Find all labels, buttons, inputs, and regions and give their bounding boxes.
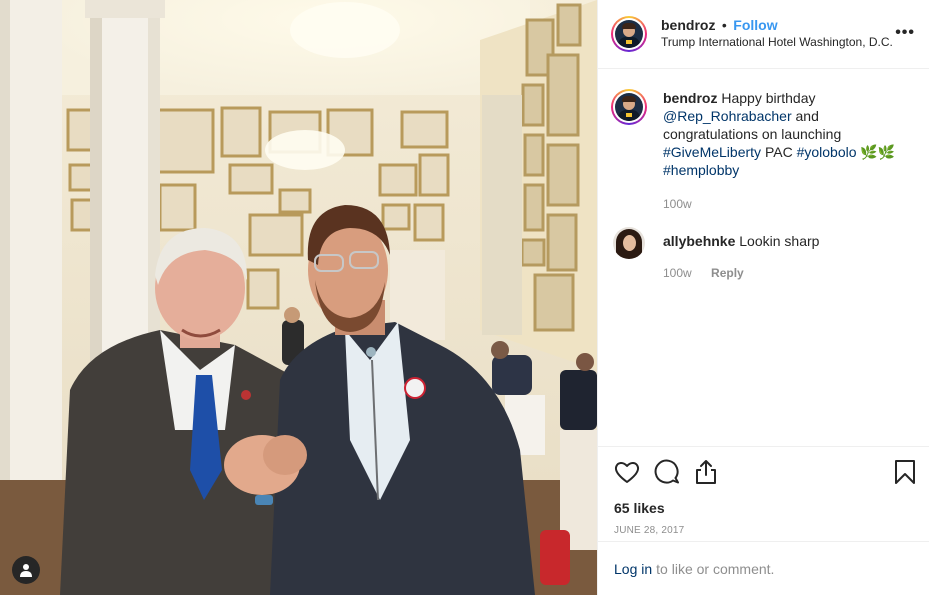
post-header: bendroz • Follow Trump International Hot… — [598, 0, 929, 69]
more-options-icon[interactable]: ••• — [895, 24, 915, 42]
caption-author-avatar[interactable] — [611, 89, 647, 125]
caption-text-3: PAC — [764, 144, 793, 160]
herb-emoji: 🌿🌿 — [860, 144, 896, 160]
comment-text: Lookin sharp — [739, 233, 820, 249]
follow-button[interactable]: Follow — [733, 17, 777, 33]
post-date: JUNE 28, 2017 — [614, 525, 685, 536]
hashtag-yolobolo[interactable]: #yolobolo — [797, 144, 857, 160]
mention-link[interactable]: @Rep_Rohrabacher — [663, 108, 792, 124]
caption-text-1: Happy birthday — [721, 90, 816, 106]
comment-author[interactable]: allybehnke — [663, 233, 735, 249]
comment-icon[interactable] — [654, 459, 680, 485]
reply-button[interactable]: Reply — [711, 266, 744, 280]
author-avatar[interactable] — [611, 16, 647, 52]
login-prompt-text: to like or comment. — [656, 560, 775, 577]
heart-icon[interactable] — [614, 460, 640, 484]
post-side-panel: bendroz • Follow Trump International Hot… — [597, 0, 929, 595]
caption-text: bendroz Happy birthday @Rep_Rohrabacher … — [663, 89, 913, 179]
caption-author[interactable]: bendroz — [663, 90, 717, 106]
photo-image — [0, 0, 597, 595]
comment-item: allybehnke Lookin sharp 100w Reply — [611, 227, 916, 282]
hashtag-hemplobby[interactable]: #hemplobby — [663, 162, 739, 178]
share-icon[interactable] — [694, 459, 718, 485]
author-username[interactable]: bendroz — [661, 17, 715, 33]
hashtag-givemeliberty[interactable]: #GiveMeLiberty — [663, 144, 761, 160]
comment-timestamp[interactable]: 100w — [663, 266, 692, 280]
login-prompt: Log in to like or comment. — [598, 541, 929, 595]
tagged-users-button[interactable] — [12, 556, 40, 584]
location-link[interactable]: Trump International Hotel Washington, D.… — [661, 34, 893, 51]
post-photo[interactable] — [0, 0, 597, 595]
person-icon — [20, 564, 32, 577]
bookmark-icon[interactable] — [894, 459, 916, 485]
login-link[interactable]: Log in — [614, 561, 652, 577]
commenter-avatar[interactable] — [613, 227, 645, 259]
like-count[interactable]: 65 likes — [614, 500, 913, 516]
post-actions: 65 likes JUNE 28, 2017 — [598, 446, 929, 536]
caption: bendroz Happy birthday @Rep_Rohrabacher … — [611, 89, 916, 213]
separator-dot: • — [721, 17, 727, 33]
comment-list: bendroz Happy birthday @Rep_Rohrabacher … — [598, 69, 929, 282]
caption-timestamp[interactable]: 100w — [663, 197, 692, 211]
